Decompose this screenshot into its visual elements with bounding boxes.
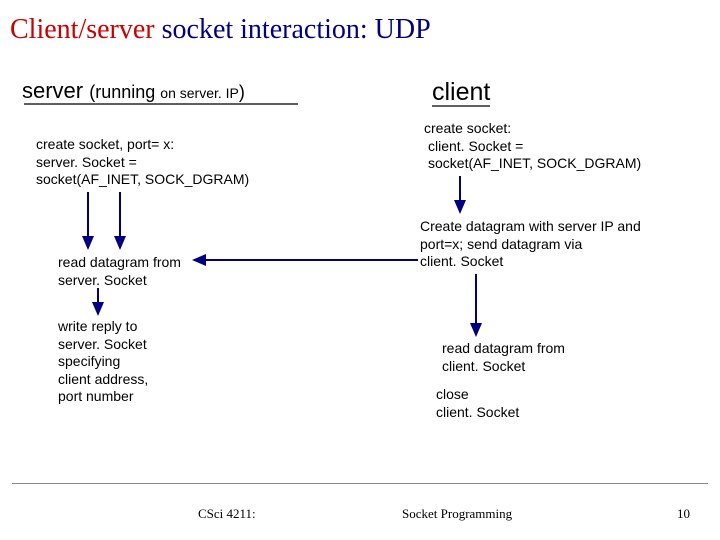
diagram-area: server (running on server. IP) client cr…: [0, 60, 720, 540]
server-heading-a: server: [22, 78, 89, 103]
client-read-block: read datagram from client. Socket: [442, 340, 642, 375]
footer-divider: [12, 483, 708, 484]
client-create-l2: client. Socket =: [428, 138, 688, 156]
server-heading-d: server. IP: [180, 85, 239, 101]
footer-course: CSci 4211:: [198, 506, 256, 522]
client-close-l1: close: [436, 386, 636, 404]
server-create-l2: server. Socket =: [36, 154, 296, 172]
client-create-l1: create socket:: [424, 120, 688, 138]
slide-title: Client/server socket interaction: UDP: [0, 0, 720, 52]
footer-topic: Socket Programming: [402, 506, 512, 522]
server-read-block: read datagram from server. Socket: [58, 254, 238, 289]
server-create-block: create socket, port= x: server. Socket =…: [36, 136, 296, 189]
server-create-l1: create socket, port= x:: [36, 136, 296, 154]
client-read-l2: client. Socket: [442, 358, 642, 376]
client-close-block: close client. Socket: [436, 386, 636, 421]
server-write-block: write reply to server. Socket specifying…: [58, 318, 238, 406]
client-create-l3: socket(AF_INET, SOCK_DGRAM): [428, 155, 688, 173]
server-write-l5: port number: [58, 388, 238, 406]
client-heading: client: [432, 78, 490, 107]
server-read-l1: read datagram from: [58, 254, 238, 272]
server-heading-b: (running: [89, 82, 160, 102]
client-send-l2: port=x; send datagram via: [420, 236, 690, 254]
server-read-l2: server. Socket: [58, 272, 238, 290]
server-heading-e: ): [239, 82, 245, 102]
server-heading-c: on: [160, 85, 179, 101]
client-send-block: Create datagram with server IP and port=…: [420, 218, 690, 271]
footer-page: 10: [677, 506, 690, 522]
server-write-l3: specifying: [58, 353, 238, 371]
server-create-l3: socket(AF_INET, SOCK_DGRAM): [36, 171, 296, 189]
server-write-l1: write reply to: [58, 318, 238, 336]
title-rest: socket interaction: UDP: [155, 14, 431, 45]
client-send-l1: Create datagram with server IP and: [420, 218, 690, 236]
client-close-l2: client. Socket: [436, 404, 636, 422]
server-write-l4: client address,: [58, 371, 238, 389]
server-write-l2: server. Socket: [58, 336, 238, 354]
client-create-block: create socket: client. Socket = socket(A…: [428, 120, 688, 173]
title-red: Client/server: [10, 14, 155, 45]
server-heading: server (running on server. IP): [22, 78, 245, 104]
client-send-l3: client. Socket: [420, 253, 690, 271]
client-read-l1: read datagram from: [442, 340, 642, 358]
